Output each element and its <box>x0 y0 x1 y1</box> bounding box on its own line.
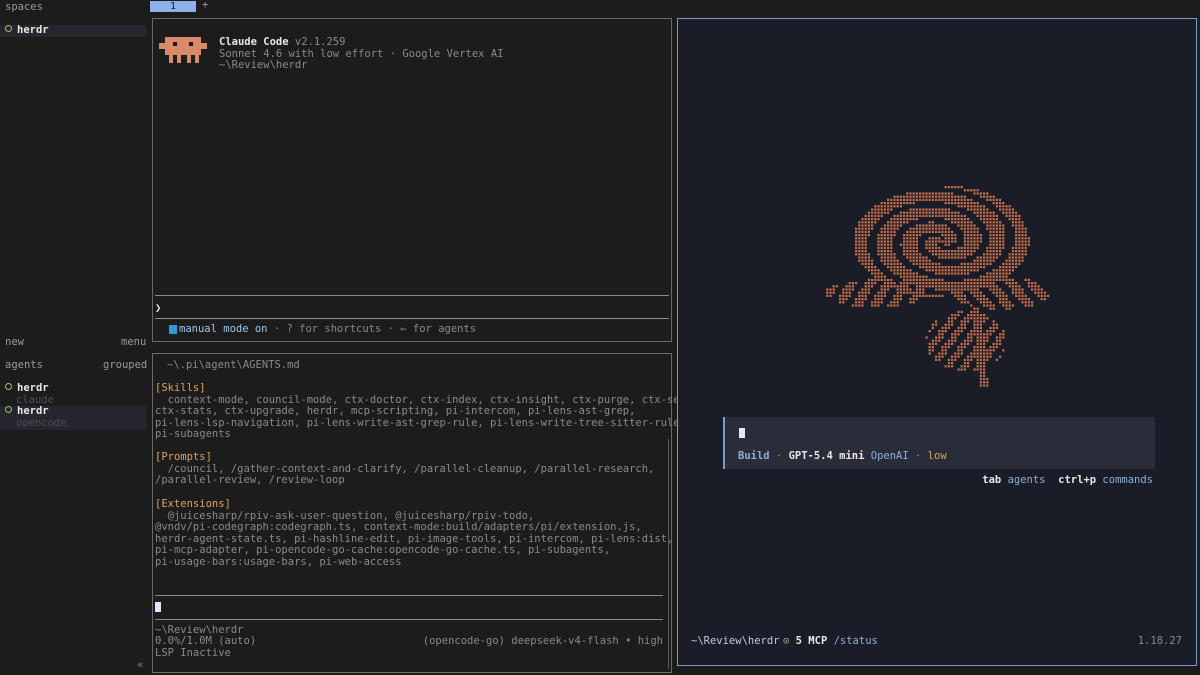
tab-1[interactable]: 1 <box>150 1 196 12</box>
text-cursor <box>739 428 745 438</box>
tab-key: tab <box>982 474 1002 486</box>
scrollbar[interactable] <box>668 439 669 669</box>
claude-code-pane[interactable]: Claude Code v2.1.259 Sonnet 4.6 with low… <box>152 18 672 342</box>
app-version: 1.18.27 <box>1137 635 1182 647</box>
agent-mode[interactable]: Build <box>738 450 770 462</box>
agent-name: herdr <box>17 405 49 417</box>
footer-path: ~\Review\herdr <box>691 635 780 647</box>
skills-line: pi-lens-lsp-navigation, pi-lens-write-as… <box>155 416 687 429</box>
spaces-header: spaces <box>5 1 43 13</box>
context-usage: 0.0%/1.0M (auto) <box>155 635 257 647</box>
skills-header: [Skills] <box>155 382 206 394</box>
rose-ascii-art <box>826 186 1050 387</box>
status-dot-icon <box>5 406 12 413</box>
working-directory: ~\Review\herdr <box>219 59 308 71</box>
divider <box>155 318 669 319</box>
prompt-input[interactable] <box>739 428 745 442</box>
divider <box>155 619 663 620</box>
commands-hint: commands <box>1102 474 1153 486</box>
prompt-input[interactable] <box>155 602 663 616</box>
tab-bar: 1 + <box>150 0 1200 14</box>
status-command[interactable]: /status <box>834 635 878 647</box>
agent-kind: opencode <box>16 416 67 429</box>
extensions-line: @vndv/pi-codegraph:codegraph.ts, context… <box>155 521 642 533</box>
tab-hint: agents <box>1007 474 1046 486</box>
prompt-input[interactable] <box>153 303 669 317</box>
space-item-label: herdr <box>17 24 49 36</box>
status-dot-icon <box>5 25 12 32</box>
pi-agent-pane[interactable]: ~\.pi\agent\AGENTS.md [Skills] context-m… <box>152 353 711 673</box>
model-indicator[interactable]: (opencode-go) deepseek-v4-flash • high <box>423 635 663 648</box>
divider <box>155 595 663 596</box>
sidebar: spaces herdr new menu agents grouped her… <box>0 0 148 675</box>
mode-status: manual mode on <box>179 323 268 335</box>
opencode-prompt-box[interactable]: Build · GPT-5.4 mini OpenAI · low <box>723 417 1155 469</box>
mcp-count[interactable]: 5 MCP <box>796 635 828 647</box>
model-name[interactable]: GPT-5.4 mini <box>789 450 865 462</box>
divider <box>155 295 669 296</box>
claude-mascot-icon <box>159 37 207 63</box>
provider-name: OpenAI <box>870 450 909 462</box>
separator: · <box>769 450 789 462</box>
app-version: v2.1.259 <box>294 36 346 48</box>
skills-line: pi-subagents <box>155 428 231 440</box>
agent-item-claude[interactable]: herdr claude <box>0 382 146 407</box>
extensions-header: [Extensions] <box>155 498 231 510</box>
skills-section: [Skills] context-mode, council-mode, ctx… <box>155 382 711 441</box>
new-space-button[interactable]: new <box>5 336 24 349</box>
separator: · <box>908 450 928 462</box>
status-dot-icon <box>5 383 12 390</box>
grouped-toggle[interactable]: grouped <box>103 359 147 372</box>
add-tab-button[interactable]: + <box>202 0 208 12</box>
space-item-herdr[interactable]: herdr <box>0 24 146 37</box>
agents-file-path: ~\.pi\agent\AGENTS.md <box>167 359 300 371</box>
keybind-hints: tab agents ctrl+p commands <box>982 474 1153 487</box>
manual-mode-icon <box>169 325 177 334</box>
text-cursor <box>155 602 161 612</box>
prompts-header: [Prompts] <box>155 451 212 463</box>
menu-button[interactable]: menu <box>121 336 146 349</box>
extensions-section: [Extensions] @juicesharp/rpiv-ask-user-q… <box>155 498 673 568</box>
ctrl-p-key: ctrl+p <box>1058 474 1097 486</box>
effort-level[interactable]: low <box>928 450 947 462</box>
lsp-status: LSP Inactive <box>155 647 231 659</box>
extensions-line: pi-mcp-adapter, pi-opencode-go-cache:ope… <box>155 544 611 556</box>
extensions-line: pi-usage-bars:usage-bars, pi-web-access <box>155 555 402 568</box>
agent-kind: claude <box>16 393 54 406</box>
prompts-line: /parallel-review, /review-loop <box>155 474 345 486</box>
agent-name: herdr <box>17 382 49 394</box>
prompts-section: [Prompts] /council, /gather-context-and-… <box>155 451 654 487</box>
mcp-status-icon: ⊙ <box>783 635 790 647</box>
agent-item-opencode[interactable]: herdr opencode <box>0 405 146 430</box>
agents-header: agents <box>5 359 43 371</box>
app-name: Claude Code <box>219 36 289 48</box>
skills-line: ctx-stats, ctx-upgrade, herdr, mcp-scrip… <box>155 405 636 417</box>
collapse-sidebar-icon[interactable]: « <box>137 659 143 672</box>
shortcut-hints: · ? for shortcuts · ← for agents <box>267 323 477 335</box>
